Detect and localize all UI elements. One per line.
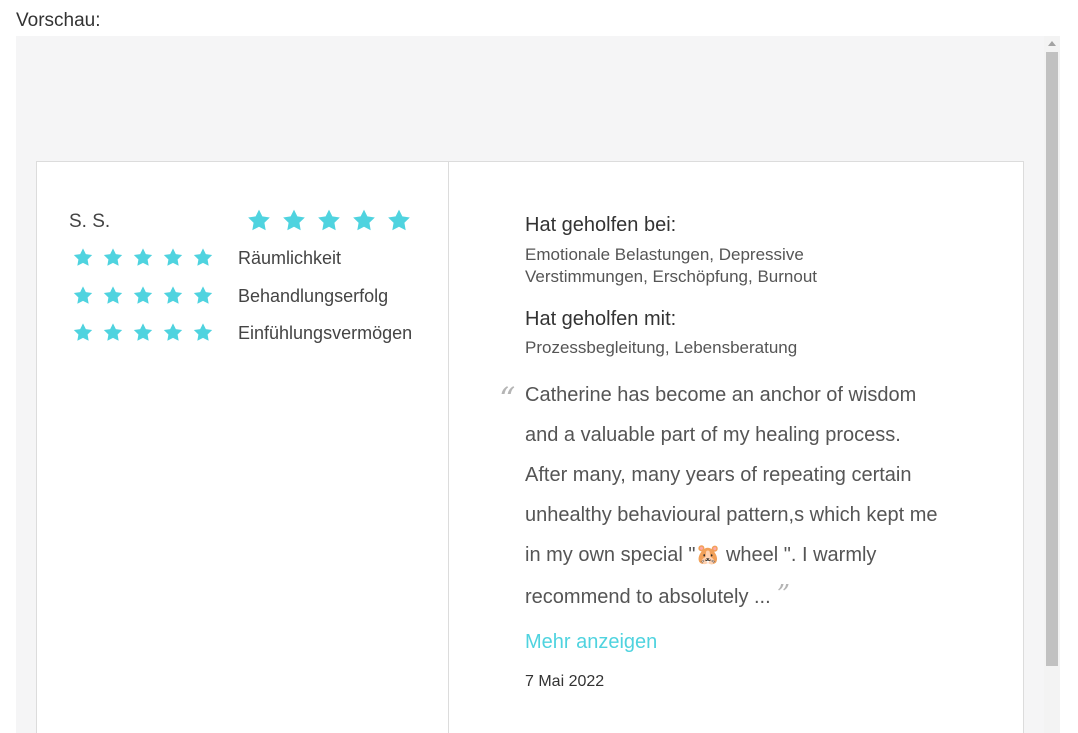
star-icon <box>388 209 410 231</box>
star-icon <box>353 209 375 231</box>
review-ratings-panel: S. S. Räumlichkeit Behandlungserfolg Ein… <box>37 162 449 733</box>
star-icon <box>193 248 213 266</box>
star-icon <box>103 323 123 341</box>
rating-stars <box>72 247 238 269</box>
helped-by-title: Hat geholfen mit: <box>525 308 677 330</box>
scrollbar-thumb[interactable] <box>1046 52 1058 666</box>
review-card: S. S. Räumlichkeit Behandlungserfolg Ein… <box>36 161 1024 733</box>
quote-close-icon: ” <box>776 580 790 610</box>
star-icon <box>193 286 213 304</box>
star-icon <box>103 248 123 266</box>
star-icon <box>103 286 123 304</box>
rating-row-behandlungserfolg: Behandlungserfolg <box>72 285 388 307</box>
show-more-link[interactable]: Mehr anzeigen <box>525 631 657 654</box>
preview-frame: S. S. Räumlichkeit Behandlungserfolg Ein… <box>16 36 1060 733</box>
rating-row-raeumlichkeit: Räumlichkeit <box>72 247 341 269</box>
scroll-up-icon[interactable] <box>1048 41 1056 46</box>
rating-stars <box>72 285 238 307</box>
review-author: S. S. <box>69 211 111 232</box>
rating-label: Einfühlungsvermögen <box>238 322 413 343</box>
helped-by-text: Prozessbegleitung, Lebensberatung <box>525 338 798 357</box>
star-icon <box>133 248 153 266</box>
helped-with-text: Emotionale Belastungen, Depressive Verst… <box>525 245 817 286</box>
review-date: 7 Mai 2022 <box>525 673 605 690</box>
rating-label: Behandlungserfolg <box>238 285 389 306</box>
star-icon <box>193 323 213 341</box>
rating-label: Räumlichkeit <box>238 247 342 268</box>
star-icon <box>163 286 183 304</box>
star-icon <box>163 323 183 341</box>
star-icon <box>73 286 93 304</box>
preview-heading: Vorschau: <box>16 10 101 31</box>
star-icon <box>318 209 340 231</box>
quote-open-icon: “ <box>499 380 516 418</box>
star-icon <box>133 286 153 304</box>
helped-with-title: Hat geholfen bei: <box>525 214 677 236</box>
overall-rating <box>246 208 412 234</box>
star-icon <box>163 248 183 266</box>
vertical-scrollbar[interactable] <box>1044 36 1060 733</box>
star-icon <box>133 323 153 341</box>
star-icon <box>73 323 93 341</box>
star-icon <box>73 248 93 266</box>
review-content-panel: Hat geholfen bei: Emotionale Belastungen… <box>449 162 1023 733</box>
review-quote: Catherine has become an anchor of wisdom… <box>525 375 945 617</box>
star-icon <box>283 209 305 231</box>
rating-row-einfuehlungsvermoegen: Einfühlungsvermögen <box>72 322 412 344</box>
star-icon <box>248 209 270 231</box>
rating-stars <box>72 322 238 344</box>
review-quote-text: Catherine has become an anchor of wisdom… <box>525 384 938 608</box>
